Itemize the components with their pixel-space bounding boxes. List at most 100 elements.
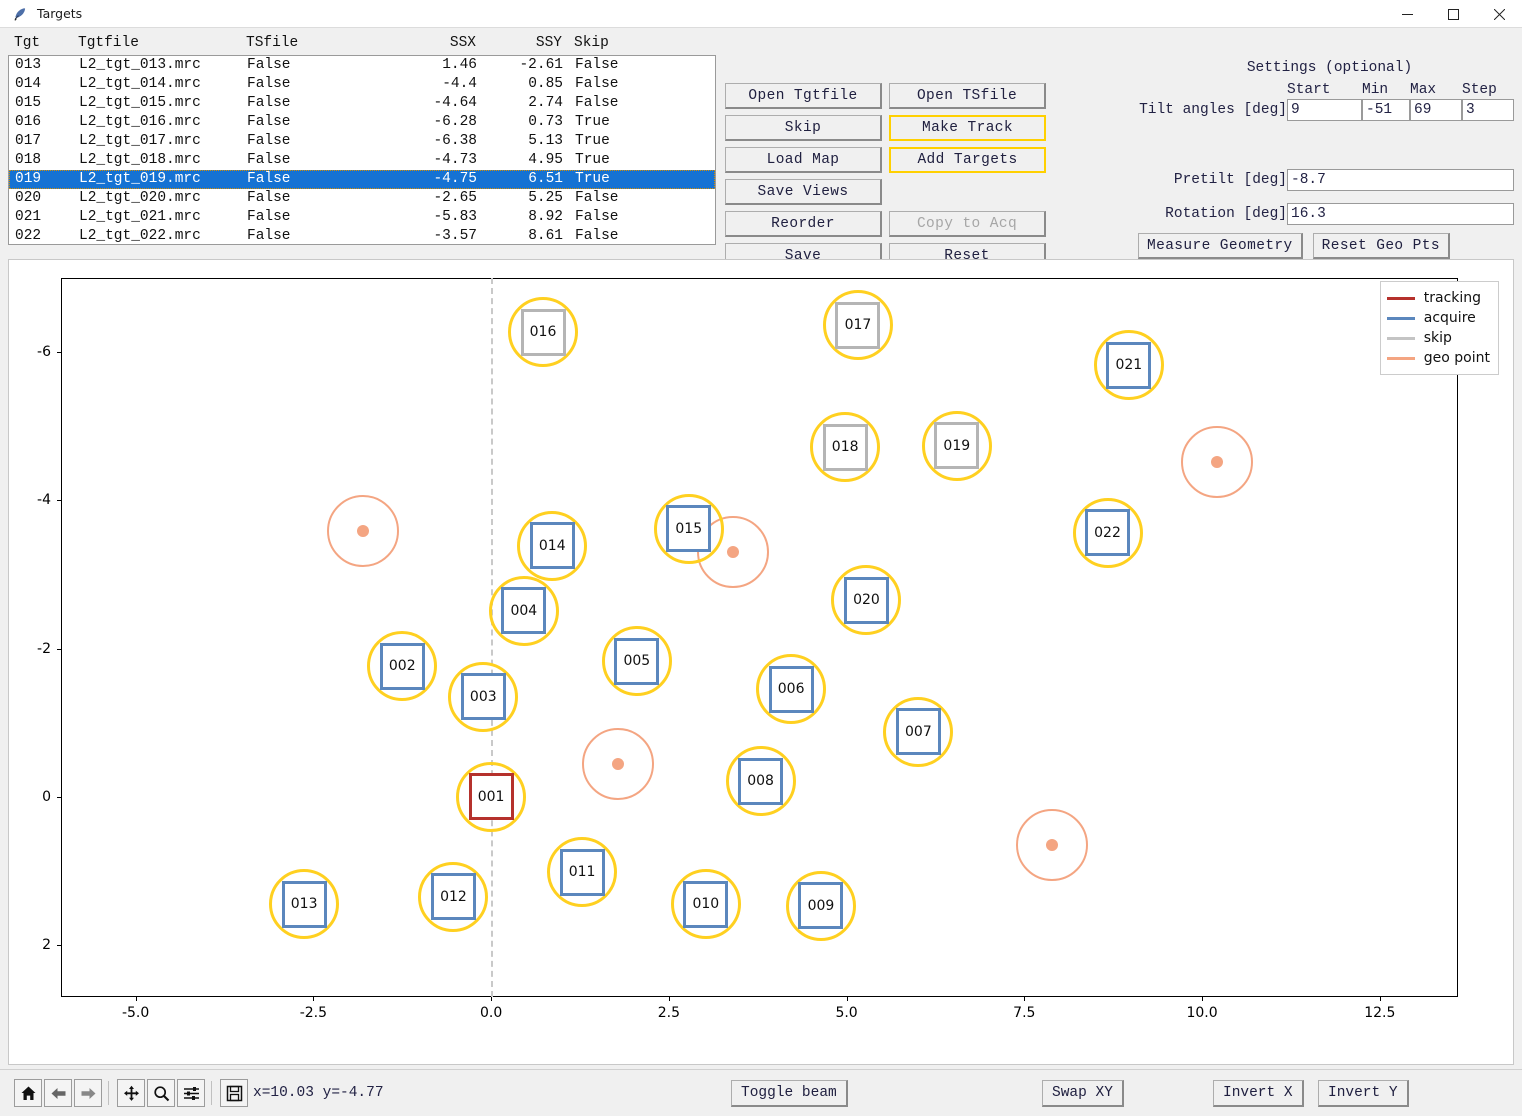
skip-button[interactable]: Skip: [725, 115, 882, 141]
target-marker-020[interactable]: 020: [843, 576, 889, 624]
cell-tgtfile: L2_tgt_017.mrc: [79, 133, 201, 149]
invert-x-button[interactable]: Invert X: [1213, 1080, 1304, 1107]
table-row[interactable]: 015 L2_tgt_015.mrc False -4.64 2.74 False: [9, 94, 715, 113]
x-tick-label: 7.5: [1013, 1005, 1036, 1021]
target-marker-010[interactable]: 010: [683, 880, 729, 928]
cell-tgt: 020: [15, 190, 42, 206]
table-row[interactable]: 018 L2_tgt_018.mrc False -4.73 4.95 True: [9, 151, 715, 170]
action-button-column-right: Open TSfile Make Track Add Targets Copy to …: [889, 83, 1046, 275]
tilt-start-input[interactable]: [1287, 99, 1362, 121]
x-tick: [1202, 997, 1204, 1001]
target-marker-009[interactable]: 009: [798, 882, 844, 930]
cell-ssy: 0.73: [528, 114, 563, 130]
y-tick-label: -2: [37, 640, 51, 657]
target-marker-002[interactable]: 002: [379, 642, 425, 690]
column-header-tsfile[interactable]: TSfile: [240, 34, 362, 55]
open-tsfile-button[interactable]: Open TSfile: [889, 83, 1046, 109]
table-row[interactable]: 014 L2_tgt_014.mrc False -4.4 0.85 False: [9, 75, 715, 94]
cell-tsfile: False: [247, 95, 291, 111]
make-track-button[interactable]: Make Track: [889, 115, 1046, 141]
reset-geo-pts-button[interactable]: Reset Geo Pts: [1312, 233, 1450, 259]
save-icon[interactable]: [220, 1079, 248, 1107]
pretilt-input[interactable]: [1287, 169, 1514, 191]
configure-subplots-icon[interactable]: [177, 1079, 205, 1107]
target-marker-008[interactable]: 008: [738, 757, 784, 805]
column-header-max: Max: [1410, 82, 1437, 98]
reorder-button[interactable]: Reorder: [725, 211, 882, 237]
target-marker-006[interactable]: 006: [768, 665, 814, 713]
column-header-min: Min: [1362, 82, 1389, 98]
target-map-plot[interactable]: -5.0 -2.5 0.0 2.5 5.0 7.5 10.0 12.5 -6 -4 -2 0 2 001 0…: [8, 259, 1514, 1065]
target-marker-019[interactable]: 019: [934, 422, 980, 470]
target-marker-015[interactable]: 015: [666, 505, 712, 553]
maximize-button[interactable]: [1430, 0, 1476, 28]
table-row[interactable]: 021 L2_tgt_021.mrc False -5.83 8.92 False: [9, 208, 715, 227]
cell-skip: False: [575, 228, 619, 244]
cell-ssy: -2.61: [519, 57, 563, 73]
table-row[interactable]: 019 L2_tgt_019.mrc False -4.75 6.51 True: [9, 170, 715, 189]
toolbar-separator-2: [211, 1081, 212, 1105]
cell-tgtfile: L2_tgt_022.mrc: [79, 228, 201, 244]
plot-canvas[interactable]: -5.0 -2.5 0.0 2.5 5.0 7.5 10.0 12.5 -6 -4 -2 0 2 001 0…: [9, 260, 1513, 1064]
target-marker-014[interactable]: 014: [529, 522, 575, 570]
targets-table-body[interactable]: 013 L2_tgt_013.mrc False 1.46 -2.61 False 014 L…: [8, 55, 716, 245]
toggle-beam-button[interactable]: Toggle beam: [731, 1080, 848, 1107]
measure-geometry-button[interactable]: Measure Geometry: [1138, 233, 1303, 259]
add-targets-button[interactable]: Add Targets: [889, 147, 1046, 173]
open-tgtfile-button[interactable]: Open Tgtfile: [725, 83, 882, 109]
cell-tgtfile: L2_tgt_021.mrc: [79, 209, 201, 225]
window-title-bar: Targets: [0, 0, 1522, 28]
legend-color-swatch: [1386, 296, 1415, 300]
save-views-button[interactable]: Save Views: [725, 179, 882, 205]
column-header-skip[interactable]: Skip: [568, 34, 716, 55]
target-marker-022[interactable]: 022: [1085, 509, 1130, 557]
legend-color-swatch: [1386, 316, 1415, 320]
table-row[interactable]: 016 L2_tgt_016.mrc False -6.28 0.73 True: [9, 113, 715, 132]
load-map-button[interactable]: Load Map: [725, 147, 882, 173]
pan-icon[interactable]: [117, 1079, 145, 1107]
zoom-icon[interactable]: [147, 1079, 175, 1107]
swap-xy-button[interactable]: Swap XY: [1042, 1080, 1124, 1107]
rotation-input[interactable]: [1287, 203, 1514, 225]
target-marker-013[interactable]: 013: [281, 880, 327, 928]
target-marker-003[interactable]: 003: [460, 673, 506, 721]
target-label: 018: [831, 439, 859, 455]
x-tick-label: -2.5: [299, 1005, 328, 1021]
target-marker-004[interactable]: 004: [501, 587, 547, 635]
forward-arrow-icon[interactable]: [74, 1079, 102, 1107]
tilt-min-input[interactable]: [1362, 99, 1410, 121]
target-marker-007[interactable]: 007: [895, 708, 941, 756]
target-marker-017[interactable]: 017: [835, 301, 881, 349]
x-tick: [1379, 997, 1381, 1001]
target-label: 020: [853, 592, 880, 609]
target-marker-011[interactable]: 011: [559, 848, 605, 896]
table-row[interactable]: 013 L2_tgt_013.mrc False 1.46 -2.61 False: [9, 56, 715, 75]
target-marker-021[interactable]: 021: [1106, 341, 1152, 389]
target-marker-005[interactable]: 005: [614, 637, 660, 685]
table-row[interactable]: 017 L2_tgt_017.mrc False -6.38 5.13 True: [9, 132, 715, 151]
target-marker-001[interactable]: 001: [468, 773, 514, 821]
target-marker-018[interactable]: 018: [822, 423, 868, 471]
column-header-tgt[interactable]: Tgt: [8, 34, 72, 55]
back-arrow-icon[interactable]: [44, 1079, 72, 1107]
close-button[interactable]: [1476, 0, 1522, 28]
geo-point-center-dot: [357, 524, 370, 537]
tilt-step-input[interactable]: [1462, 99, 1514, 121]
column-header-tgtfile[interactable]: Tgtfile: [72, 34, 240, 55]
column-header-ssx[interactable]: SSX: [362, 34, 482, 55]
table-row[interactable]: 020 L2_tgt_020.mrc False -2.65 5.25 False: [9, 189, 715, 208]
tilt-max-input[interactable]: [1410, 99, 1462, 121]
zero-reference-line: [491, 278, 494, 997]
minimize-button[interactable]: [1384, 0, 1430, 28]
cell-ssy: 5.25: [528, 190, 563, 206]
invert-y-button[interactable]: Invert Y: [1318, 1080, 1409, 1107]
target-marker-012[interactable]: 012: [430, 873, 476, 921]
plot-legend: tracking acquire skip geo point: [1379, 281, 1499, 375]
table-row[interactable]: 022 L2_tgt_022.mrc False -3.57 8.61 False: [9, 227, 715, 244]
column-header-ssy[interactable]: SSY: [482, 34, 568, 55]
target-marker-016[interactable]: 016: [520, 308, 566, 356]
cell-tgt: 021: [15, 209, 42, 225]
cell-tsfile: False: [247, 228, 291, 244]
home-icon[interactable]: [14, 1079, 42, 1107]
cell-tgt: 019: [9, 170, 73, 189]
